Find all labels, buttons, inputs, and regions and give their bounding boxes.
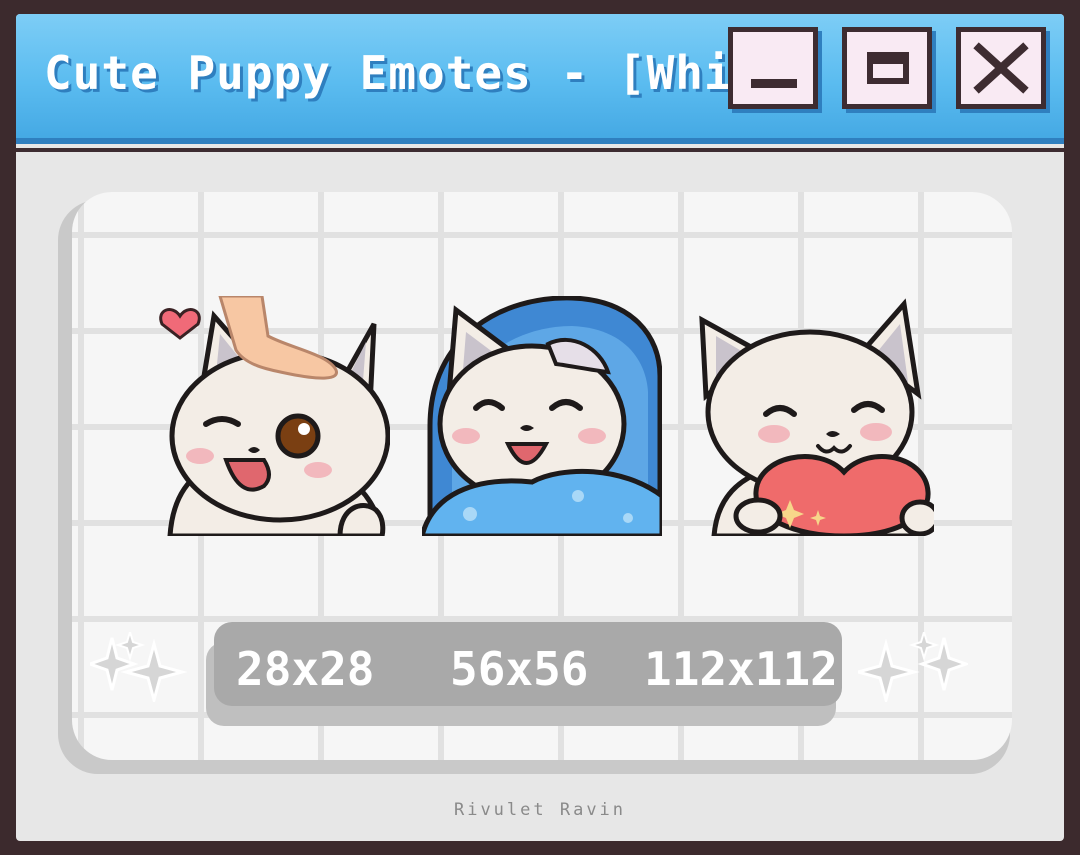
maximize-icon bbox=[867, 52, 909, 84]
minimize-button[interactable] bbox=[728, 27, 818, 109]
title-separator bbox=[16, 148, 1064, 152]
puppy-headpat-emote bbox=[159, 296, 390, 536]
minimize-icon bbox=[751, 79, 797, 88]
size-label-small: 28x28 bbox=[236, 642, 375, 696]
artist-credit: Rivulet Ravin bbox=[453, 800, 627, 820]
sparkle-icon bbox=[858, 632, 968, 702]
size-bar: 28x28 56x56 112x112 bbox=[214, 622, 842, 706]
close-button[interactable] bbox=[956, 27, 1046, 109]
puppy-heart-emote bbox=[699, 298, 934, 536]
close-icon bbox=[973, 42, 1029, 94]
app-window: Cute Puppy Emotes - [White] 28x28 56x56 … bbox=[16, 14, 1064, 841]
size-label-large: 112x112 bbox=[644, 642, 838, 696]
window-title: Cute Puppy Emotes - [White] bbox=[44, 46, 819, 100]
title-bar: Cute Puppy Emotes - [White] bbox=[16, 14, 1064, 144]
maximize-button[interactable] bbox=[842, 27, 932, 109]
size-label-medium: 56x56 bbox=[450, 642, 589, 696]
sparkle-icon bbox=[90, 632, 188, 702]
puppy-blanket-emote bbox=[422, 296, 662, 536]
